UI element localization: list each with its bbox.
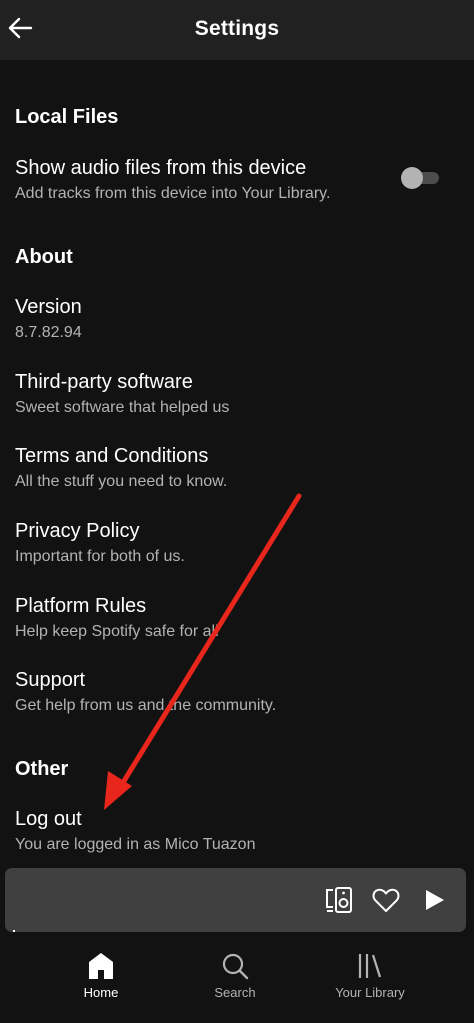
setting-title: Third-party software — [15, 371, 193, 393]
home-icon — [86, 951, 116, 981]
setting-title: Platform Rules — [15, 595, 147, 617]
search-icon — [220, 951, 250, 981]
devices-icon[interactable] — [324, 885, 354, 915]
toggle-knob — [401, 167, 423, 189]
play-icon[interactable] — [419, 885, 449, 915]
tab-label: Your Library — [335, 985, 405, 1000]
tab-search[interactable]: Search — [175, 934, 295, 1023]
setting-subtitle: Help keep Spotify safe for all — [15, 623, 219, 640]
setting-subtitle: Sweet software that helped us — [15, 399, 230, 416]
section-heading-about: About — [15, 246, 73, 268]
page-title: Settings — [194, 17, 280, 40]
setting-subtitle: Important for both of us. — [15, 548, 185, 565]
library-icon — [355, 951, 385, 981]
mini-player[interactable] — [5, 868, 466, 932]
tab-label: Home — [83, 985, 119, 1000]
playback-progress-bar — [13, 930, 15, 932]
setting-subtitle: Get help from us and the community. — [15, 697, 277, 714]
setting-subtitle: All the stuff you need to know. — [15, 473, 228, 490]
tab-your-library[interactable]: Your Library — [310, 934, 430, 1023]
setting-title: Terms and Conditions — [15, 445, 209, 467]
setting-title: Show audio files from this device — [15, 157, 307, 179]
setting-subtitle: 8.7.82.94 — [15, 324, 82, 341]
bottom-tab-bar: Home Search Your Library — [0, 934, 474, 1023]
section-heading-local-files: Local Files — [15, 106, 119, 128]
setting-title: Privacy Policy — [15, 520, 140, 542]
section-heading-other: Other — [15, 758, 69, 780]
heart-icon[interactable] — [371, 885, 401, 915]
setting-title: Support — [15, 669, 86, 691]
setting-subtitle: Add tracks from this device into Your Li… — [15, 185, 331, 202]
tab-label: Search — [214, 985, 256, 1000]
setting-title: Log out — [15, 808, 82, 830]
setting-title: Version — [15, 296, 82, 318]
top-bar: Settings — [0, 0, 474, 60]
show-audio-toggle[interactable] — [401, 167, 439, 189]
setting-subtitle: You are logged in as Mico Tuazon — [15, 836, 256, 853]
tab-home[interactable]: Home — [41, 934, 161, 1023]
